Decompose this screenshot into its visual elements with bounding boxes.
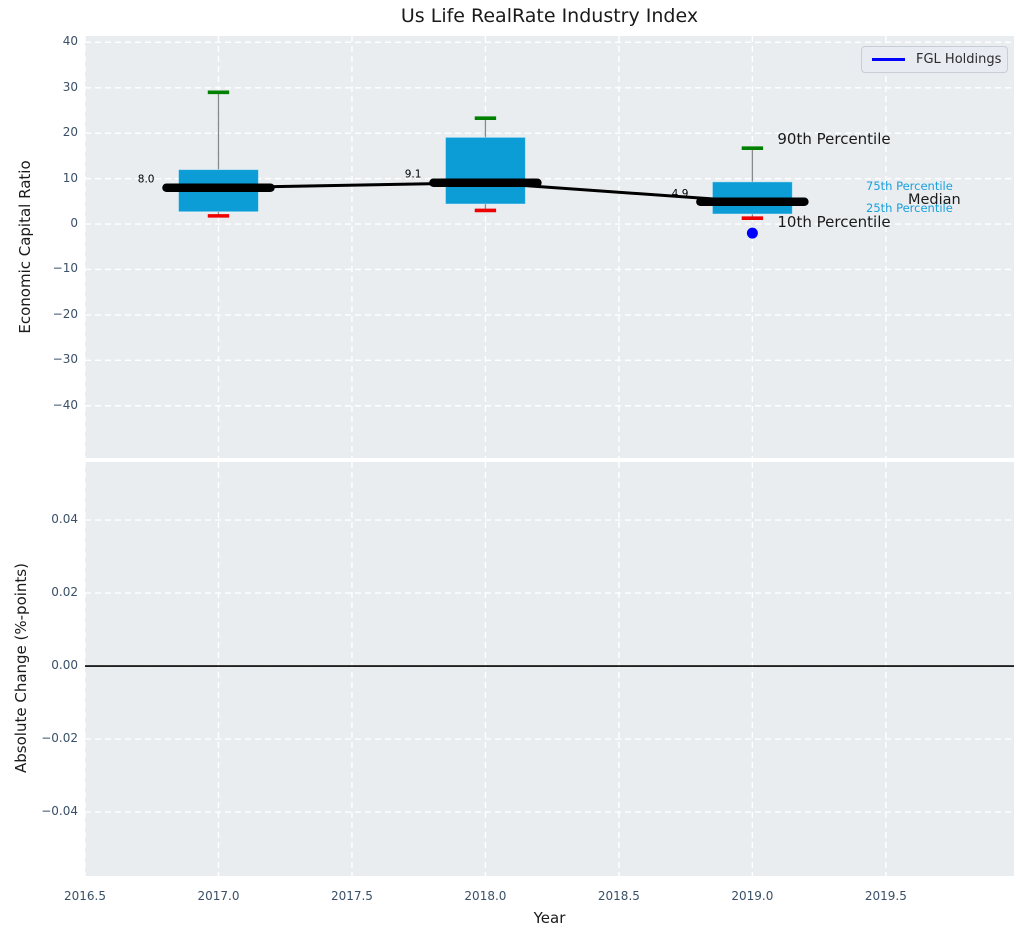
boxplot-box-2018	[444, 136, 526, 205]
annotation-median: Median	[908, 191, 961, 208]
top-y-tick-label: 20	[62, 125, 78, 140]
top-y-tick-label: 40	[62, 34, 78, 49]
median-value-label-2019: 4.9	[672, 188, 689, 200]
median-value-label-2018: 9.1	[405, 169, 422, 181]
legend-label: FGL Holdings	[916, 52, 1002, 67]
x-tick-label: 2019.5	[864, 889, 907, 903]
legend: FGL Holdings	[861, 46, 1008, 73]
bottom-y-tick-label: 0.02	[51, 585, 78, 600]
x-tick-label: 2019.0	[731, 889, 774, 903]
bottom-y-tick-label: −0.02	[41, 731, 78, 746]
bottom-y-tick-label: 0.00	[51, 658, 78, 673]
top-y-tick-label: 10	[62, 170, 78, 185]
x-tick-label: 2018.0	[464, 889, 507, 903]
top-y-tick-label: −10	[52, 261, 78, 276]
top-y-tick-label: −20	[52, 306, 78, 321]
chart-title: Us Life RealRate Industry Index	[400, 5, 699, 27]
annotation-75th-percentile: 75th Percentile	[866, 178, 953, 193]
annotation-90th-percentile: 90th Percentile	[777, 130, 891, 149]
bottom-y-tick-label: −0.04	[41, 804, 78, 819]
bottom-y-tick-label: 0.04	[51, 512, 78, 527]
x-axis-label: Year	[533, 909, 566, 927]
top-y-tick-label: 0	[70, 216, 78, 231]
plot-top-svg: 8.0 9.1 4.9	[85, 36, 1014, 458]
bottom-plot-area	[85, 462, 1014, 876]
fgl-holdings-point	[746, 227, 758, 239]
x-tick-label: 2017.0	[197, 889, 240, 903]
x-tick-label: 2018.5	[597, 889, 640, 903]
median-value-label-2017: 8.0	[138, 174, 155, 186]
top-y-tick-label: 30	[62, 79, 78, 94]
annotation-10th-percentile: 10th Percentile	[777, 213, 891, 232]
top-plot-area: 8.0 9.1 4.9 90th Percentile 10th Percentile 7…	[85, 36, 1014, 458]
top-y-tick-label: −30	[52, 352, 78, 367]
x-tick-label: 2017.5	[330, 889, 373, 903]
legend-line-sample	[872, 58, 905, 61]
x-tick-label: 2016.5	[64, 889, 106, 903]
figure: Us Life RealRate Industry Index Economic…	[0, 0, 1025, 940]
plot-bottom-svg	[85, 462, 1014, 876]
top-y-tick-label: −40	[52, 397, 78, 412]
